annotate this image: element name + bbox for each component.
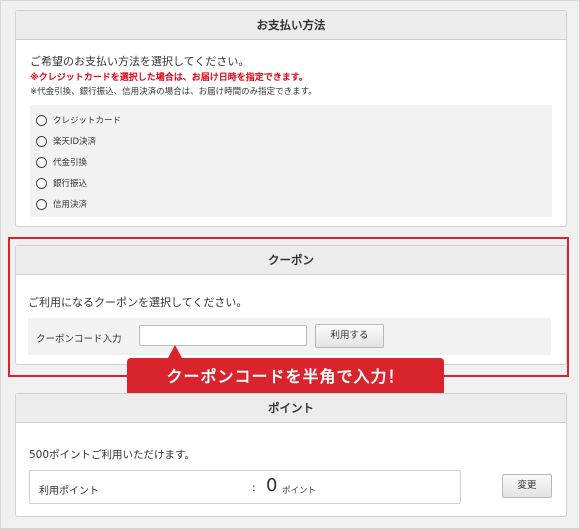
point-title: ポイント [16, 394, 566, 423]
coupon-panel: クーポン ご利用になるクーポンを選択してください。 クーポンコード入力 利用する [15, 245, 567, 365]
payment-option-credit-card[interactable]: クレジットカード [36, 112, 121, 128]
payment-intro-text: ご希望のお支払い方法を選択してください。 [30, 55, 250, 68]
payment-option-label: クレジットカード [53, 116, 122, 126]
payment-option-cash-on-delivery[interactable]: 代金引換 [36, 154, 87, 170]
radio-button[interactable] [36, 135, 47, 147]
payment-option-label: 代金引換 [53, 158, 88, 168]
payment-option-credit-settlement[interactable]: 信用決済 [36, 196, 87, 212]
point-separator: : [252, 481, 256, 494]
callout-pointer [168, 345, 182, 358]
apply-coupon-button[interactable]: 利用する [315, 324, 384, 348]
payment-option-label: 銀行振込 [53, 179, 88, 189]
point-use-label: 利用ポイント [39, 486, 99, 497]
radio-button[interactable] [36, 198, 47, 210]
payment-option-rakuten-id[interactable]: 楽天ID決済 [36, 133, 96, 149]
coupon-code-input[interactable] [139, 325, 307, 346]
coupon-code-label: クーポンコード入力 [36, 334, 122, 345]
coupon-input-row: クーポンコード入力 利用する [28, 318, 551, 355]
payment-method-panel: お支払い方法 ご希望のお支払い方法を選択してください。 ※クレジットカードを選択… [15, 10, 567, 227]
credit-card-warning: ※クレジットカードを選択した場合は、お届け日時を指定できます。 [30, 73, 308, 83]
coupon-title: クーポン [16, 246, 566, 275]
payment-option-label: 楽天ID決済 [53, 137, 97, 147]
payment-option-bank-transfer[interactable]: 銀行振込 [36, 175, 87, 191]
coupon-intro-text: ご利用になるクーポンを選択してください。 [28, 296, 248, 309]
point-value: 0 [266, 475, 278, 496]
radio-button[interactable] [36, 114, 47, 126]
change-point-button[interactable]: 変更 [502, 474, 552, 498]
point-use-row: 利用ポイント : 0 ポイント [29, 470, 461, 504]
payment-option-label: 信用決済 [53, 200, 88, 210]
radio-button[interactable] [36, 177, 47, 189]
payment-options-list: クレジットカード 楽天ID決済 代金引換 銀行振込 信用決済 [30, 105, 552, 217]
point-available-text: 500ポイントご利用いただけます。 [29, 449, 195, 461]
payment-note: ※代金引換、銀行振込、信用決済の場合は、お届け時間のみ指定できます。 [30, 87, 317, 97]
radio-button[interactable] [36, 156, 47, 168]
coupon-callout: クーポンコードを半角で入力！ [127, 358, 444, 396]
payment-method-title: お支払い方法 [16, 11, 566, 40]
point-unit: ポイント [282, 486, 317, 496]
point-panel: ポイント 500ポイントご利用いただけます。 利用ポイント : 0 ポイント 変… [15, 393, 567, 517]
